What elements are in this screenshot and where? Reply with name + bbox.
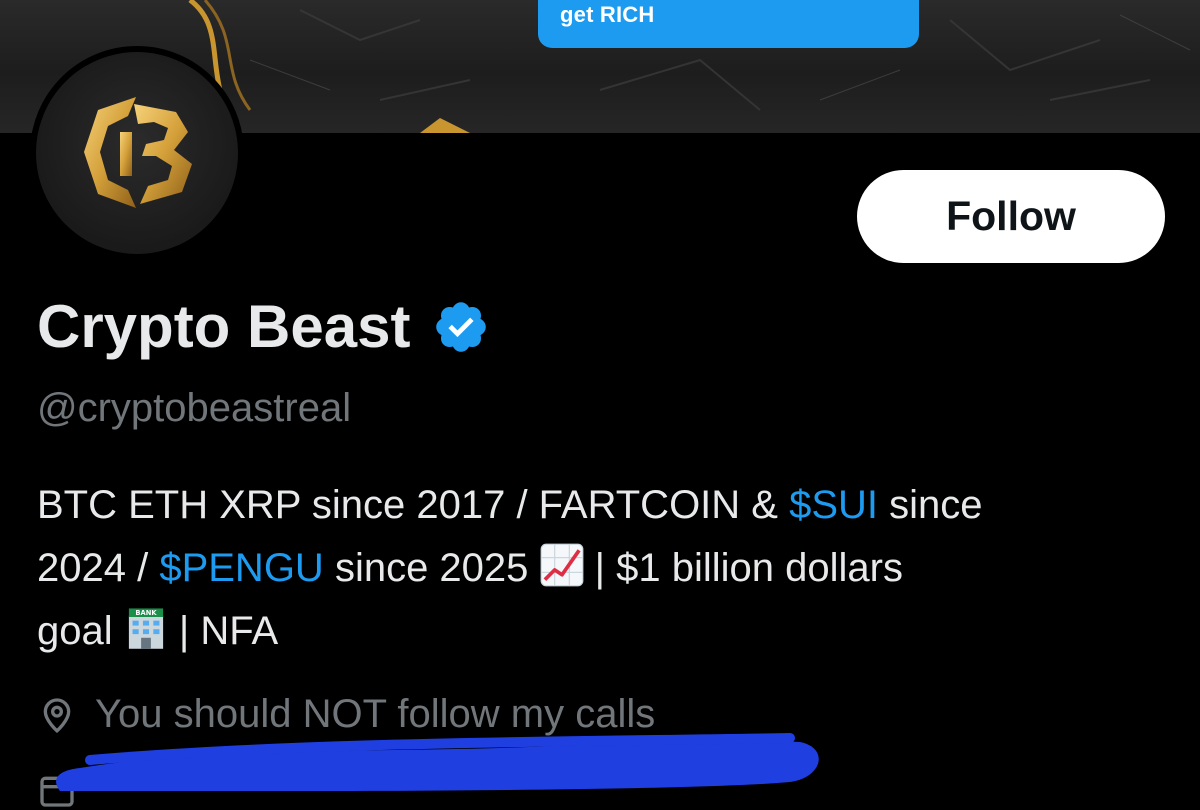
redaction-scribble: [56, 733, 819, 791]
